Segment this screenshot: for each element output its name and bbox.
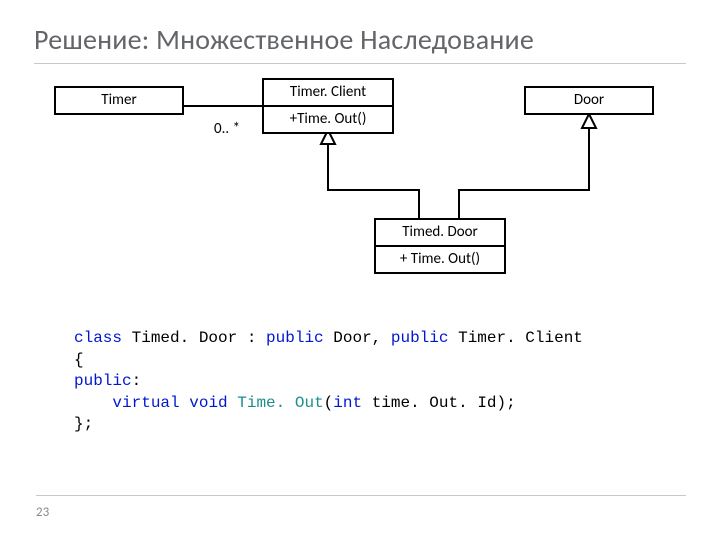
code-text: Timed. Door : — [122, 329, 266, 347]
code-keyword: virtual — [112, 394, 179, 412]
divider-top — [34, 63, 686, 64]
code-text — [228, 394, 238, 412]
code-fn: Time. Out — [237, 394, 323, 412]
uml-class-name: Timer. Client — [264, 80, 392, 105]
divider-bottom — [36, 495, 686, 496]
uml-class-name: Timer — [56, 88, 182, 113]
code-keyword: public — [266, 329, 324, 347]
association-multiplicity: 0.. * — [214, 120, 240, 138]
code-text: Timer. Client — [448, 329, 582, 347]
code-keyword: void — [189, 394, 227, 412]
page-number: 23 — [36, 505, 49, 520]
uml-operation: +Time. Out() — [264, 105, 392, 132]
code-keyword: class — [74, 329, 122, 347]
code-block: class Timed. Door : public Door, public … — [74, 328, 686, 436]
uml-class-name: Door — [526, 88, 652, 113]
code-text — [180, 394, 190, 412]
code-text: { — [74, 351, 84, 369]
code-text: time. Out. Id); — [362, 394, 516, 412]
slide: Решение: Множественное Наследование Time… — [0, 0, 720, 540]
code-keyword: public — [74, 372, 132, 390]
uml-class-name: Timed. Door — [376, 220, 504, 245]
uml-class-timed-door: Timed. Door + Time. Out() — [374, 218, 506, 274]
code-text: Door, — [324, 329, 391, 347]
uml-class-timer: Timer — [54, 86, 184, 115]
uml-class-timer-client: Timer. Client +Time. Out() — [262, 78, 394, 134]
code-text: }; — [74, 415, 93, 433]
uml-diagram: Timer Timer. Client +Time. Out() Door Ti… — [34, 78, 674, 298]
code-indent — [74, 394, 112, 412]
uml-operation: + Time. Out() — [376, 245, 504, 272]
uml-class-door: Door — [524, 86, 654, 115]
code-text: ( — [324, 394, 334, 412]
code-keyword: int — [333, 394, 362, 412]
slide-title: Решение: Множественное Наследование — [34, 22, 686, 57]
code-keyword: public — [391, 329, 449, 347]
code-text: : — [132, 372, 142, 390]
